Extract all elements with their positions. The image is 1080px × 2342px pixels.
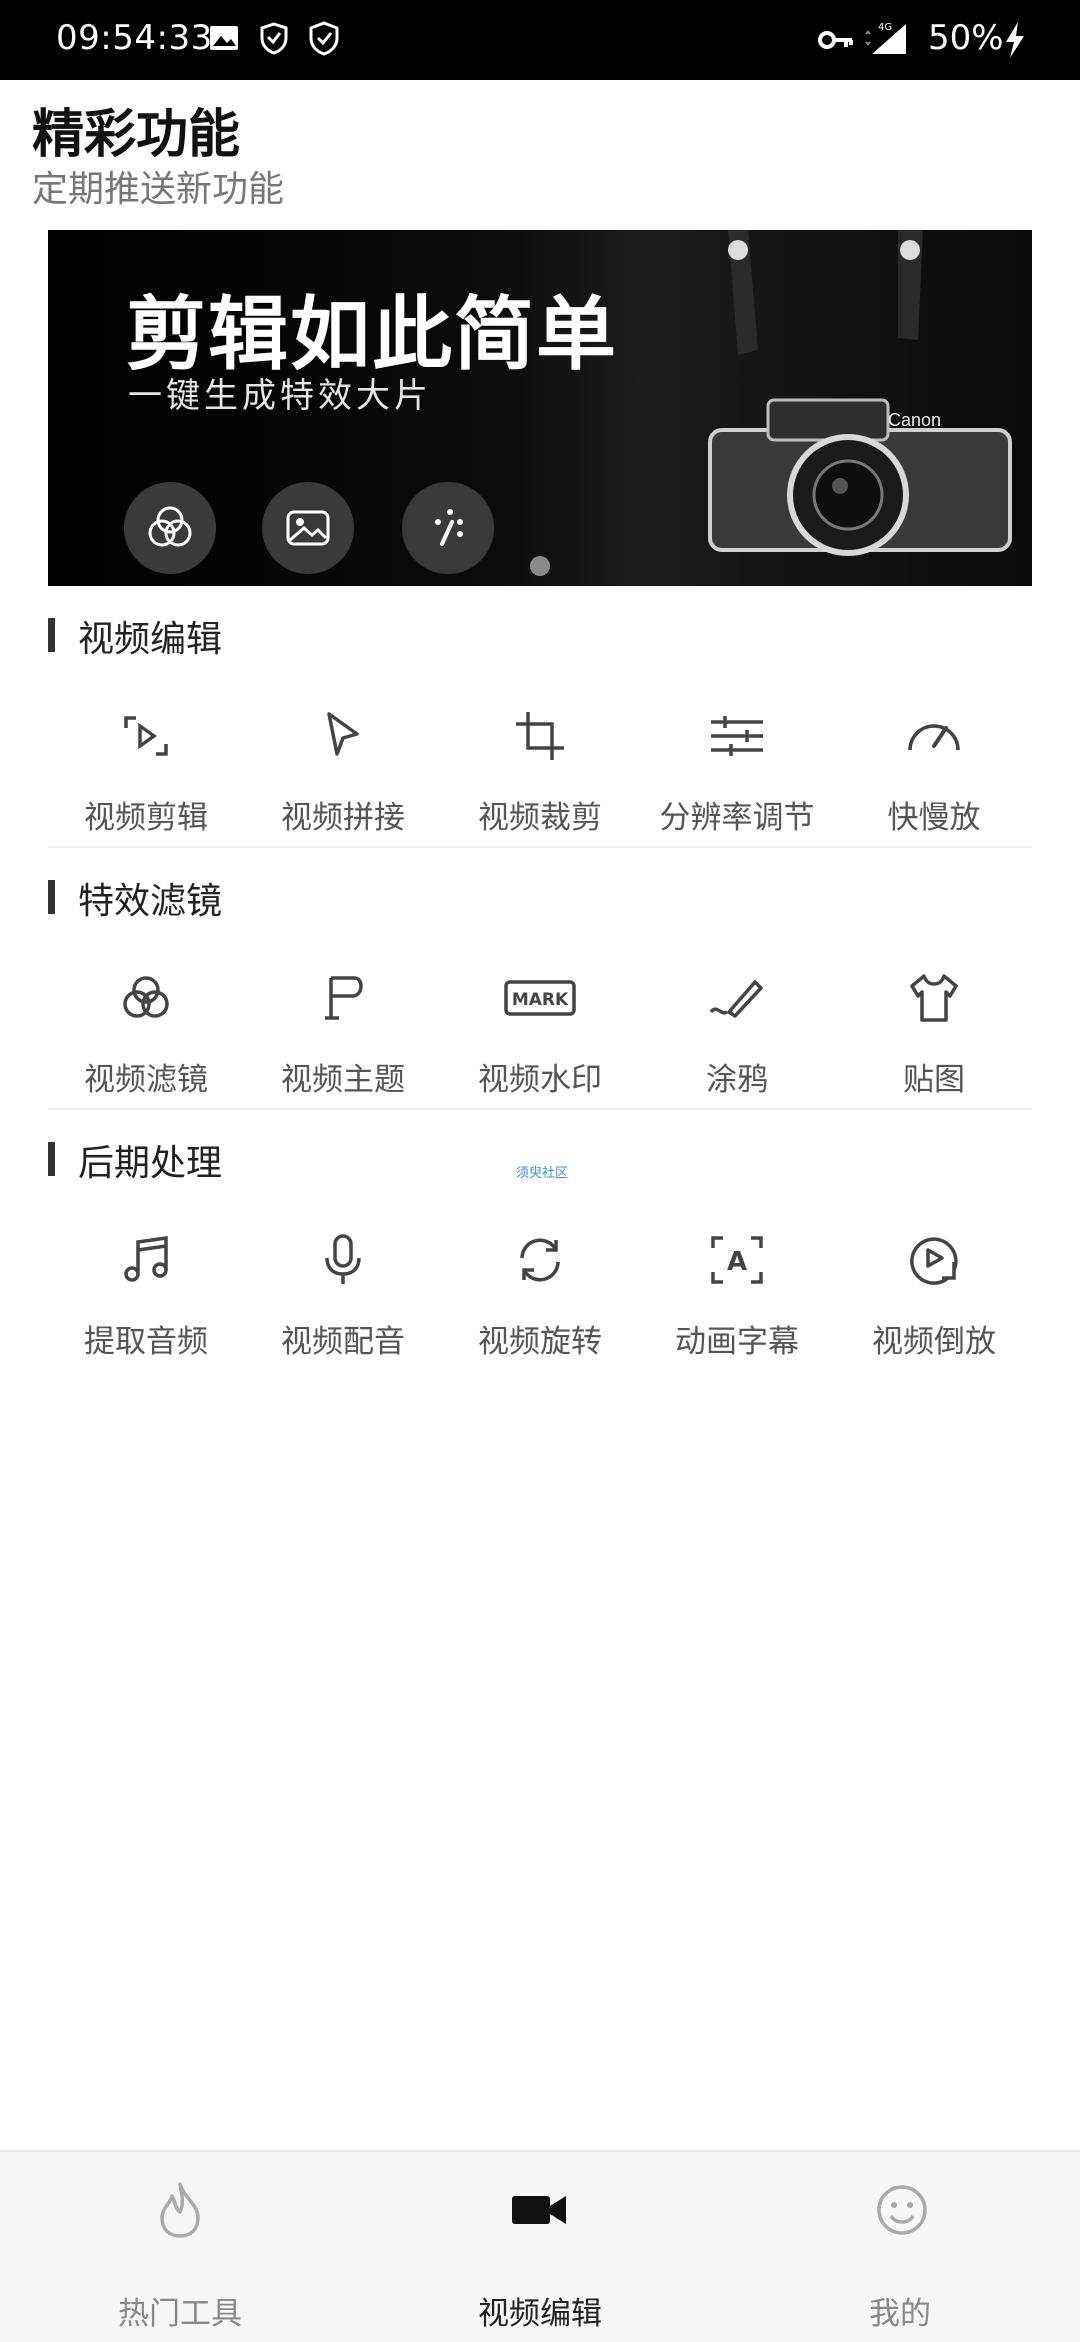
flag-icon <box>325 976 363 1020</box>
pen-icon <box>709 980 763 1018</box>
tool-label: 视频水印 <box>478 1062 602 1098</box>
nav-label: 热门工具 <box>118 2296 242 2332</box>
tool-label: 视频拼接 <box>281 800 405 836</box>
nav-label: 我的 <box>869 2296 931 2332</box>
tool-video-crop[interactable]: 视频裁剪 <box>442 682 638 862</box>
tool-dubbing[interactable]: 视频配音 <box>245 1206 441 1386</box>
tool-extract-audio[interactable]: 提取音频 <box>48 1206 244 1386</box>
tool-doodle[interactable]: 涂鸦 <box>639 944 835 1124</box>
page-title: 精彩功能 <box>32 105 241 165</box>
flame-icon <box>160 2182 200 2238</box>
filter-icon <box>123 976 169 1018</box>
section-marker <box>48 618 55 652</box>
page-subtitle: 定期推送新功能 <box>32 169 285 210</box>
music-note-icon <box>124 1235 168 1282</box>
tool-label: 视频旋转 <box>478 1324 602 1360</box>
tool-label: 视频滤镜 <box>84 1062 208 1098</box>
video-trim-icon <box>124 716 168 756</box>
section-marker <box>48 1142 55 1176</box>
rotate-icon <box>520 1238 560 1282</box>
status-time: 09:54:33 <box>56 18 213 58</box>
tool-label: 视频配音 <box>281 1324 405 1360</box>
tool-row-effects: 视频滤镜 视频主题 MARK 视频水印 涂鸦 贴图 <box>48 944 1032 1124</box>
tool-video-merge[interactable]: 视频拼接 <box>245 682 441 862</box>
video-merge-icon <box>327 712 359 756</box>
tool-row-post: 提取音频 视频配音 视频旋转 A 动画字幕 视频倒放 <box>48 1206 1032 1386</box>
svg-text:4G: 4G <box>878 22 892 33</box>
tool-resolution[interactable]: 分辨率调节 <box>639 682 835 862</box>
tool-row-video-edit: 视频剪辑 视频拼接 视频裁剪 分辨率调节 快慢放 <box>48 682 1032 862</box>
section-title: 视频编辑 <box>78 619 223 660</box>
tool-label: 涂鸦 <box>706 1062 768 1098</box>
reverse-play-icon <box>910 1237 958 1285</box>
banner-filter-icon <box>124 482 216 574</box>
section-marker <box>48 880 55 914</box>
tool-video-watermark[interactable]: MARK 视频水印 <box>442 944 638 1124</box>
tool-rotate[interactable]: 视频旋转 <box>442 1206 638 1386</box>
tool-label: 视频主题 <box>281 1062 405 1098</box>
nav-label: 视频编辑 <box>478 2296 602 2332</box>
bottom-navigation: 热门工具 视频编辑 我的 <box>0 2150 1080 2342</box>
svg-text:MARK: MARK <box>512 990 569 1010</box>
tool-label: 提取音频 <box>84 1324 208 1360</box>
tool-sticker[interactable]: 贴图 <box>836 944 1032 1124</box>
smiley-icon <box>877 2185 927 2235</box>
carousel-indicator[interactable] <box>530 556 550 576</box>
nav-video-edit[interactable]: 视频编辑 <box>360 2152 720 2342</box>
tool-video-trim[interactable]: 视频剪辑 <box>48 682 244 862</box>
nav-hot-tools[interactable]: 热门工具 <box>0 2152 360 2342</box>
vpn-key-icon <box>816 20 856 60</box>
crop-icon <box>516 712 564 760</box>
tool-label: 视频剪辑 <box>84 800 208 836</box>
cellular-signal-icon: 4G <box>862 20 906 60</box>
tshirt-icon <box>910 974 958 1022</box>
camera-brand-text: Canon <box>888 410 941 430</box>
image-notification-icon <box>206 20 246 60</box>
battery-percent: 50% <box>928 18 1004 58</box>
microphone-icon <box>325 1234 361 1284</box>
section-divider <box>48 846 1032 848</box>
banner-magic-wand-icon <box>402 482 494 574</box>
section-divider <box>48 1108 1032 1110</box>
tool-animated-caption[interactable]: A 动画字幕 <box>639 1206 835 1386</box>
tool-video-filter[interactable]: 视频滤镜 <box>48 944 244 1124</box>
tool-speed[interactable]: 快慢放 <box>836 682 1032 862</box>
speedometer-icon <box>908 724 960 751</box>
tool-label: 视频裁剪 <box>478 800 602 836</box>
banner-subtitle: 一键生成特效大片 <box>128 376 432 416</box>
shield-notification-icon <box>256 20 296 60</box>
caption-icon: A <box>711 1236 763 1284</box>
tool-label: 快慢放 <box>887 800 981 836</box>
promo-banner[interactable]: Canon 剪辑如此简单 一键生成特效大片 <box>48 230 1032 586</box>
section-title: 后期处理 <box>78 1143 223 1184</box>
video-camera-icon <box>512 2196 566 2224</box>
tool-label: 贴图 <box>903 1062 965 1098</box>
status-bar: 09:54:33 4G 50% <box>0 0 1080 80</box>
tool-label: 分辨率调节 <box>659 800 815 836</box>
nav-mine[interactable]: 我的 <box>720 2152 1080 2342</box>
tool-label: 视频倒放 <box>872 1324 996 1360</box>
charging-bolt-icon <box>1000 20 1040 60</box>
camera-photo: Canon <box>708 230 1012 556</box>
watermark-mark-icon: MARK <box>504 980 576 1016</box>
sliders-icon <box>711 716 763 756</box>
banner-image-icon <box>262 482 354 574</box>
watermark-text: 须臾社区 <box>516 1166 569 1181</box>
tool-reverse[interactable]: 视频倒放 <box>836 1206 1032 1386</box>
svg-text:A: A <box>727 1247 747 1277</box>
tool-video-theme[interactable]: 视频主题 <box>245 944 441 1124</box>
section-title: 特效滤镜 <box>78 881 223 922</box>
shield-check-icon <box>306 20 346 60</box>
tool-label: 动画字幕 <box>675 1324 799 1360</box>
